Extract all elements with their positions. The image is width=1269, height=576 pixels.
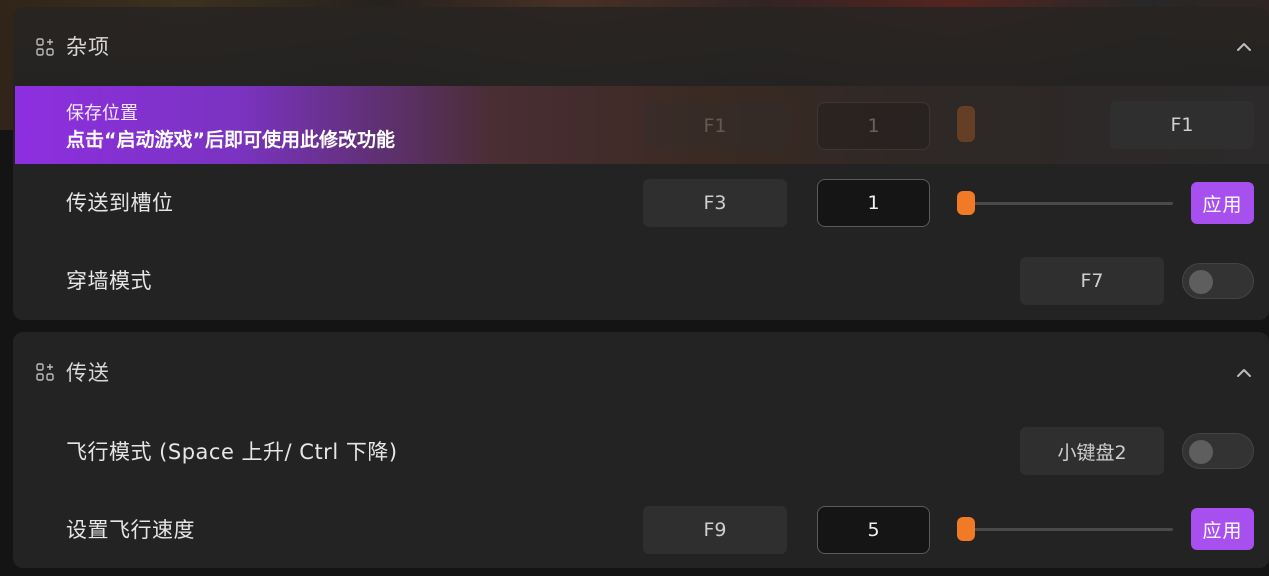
wall-mode-toggle[interactable] xyxy=(1182,263,1254,299)
fly-speed-hotkey-button[interactable]: F9 xyxy=(643,506,787,554)
fly-speed-slider[interactable] xyxy=(957,517,1173,541)
slider-track xyxy=(957,202,1173,205)
teleport-slot-value-input[interactable]: 1 xyxy=(817,179,930,227)
fly-mode-toggle[interactable] xyxy=(1182,433,1254,469)
teleport-slot-slider[interactable] xyxy=(957,191,1173,215)
wall-mode-hotkey-button[interactable]: F7 xyxy=(1020,257,1164,305)
toggle-knob xyxy=(1189,270,1213,294)
chevron-up-icon[interactable] xyxy=(1234,363,1254,383)
fly-speed-value-input[interactable]: 5 xyxy=(817,506,930,554)
wall-mode-label: 穿墙模式 xyxy=(66,269,152,293)
save-position-action-button[interactable]: F1 xyxy=(1110,101,1254,149)
teleport-section-header[interactable]: 传送 xyxy=(13,332,1269,410)
wall-mode-row: 穿墙模式 F7 xyxy=(13,241,1269,319)
apps-add-icon xyxy=(36,38,54,56)
save-position-value-input[interactable]: 1 xyxy=(817,102,930,150)
fly-speed-row: 设置飞行速度 F9 5 应用 xyxy=(13,488,1269,566)
slider-thumb[interactable] xyxy=(957,191,975,215)
save-position-slider-thumb[interactable] xyxy=(957,106,975,142)
teleport-section: 传送 飞行模式 (Space 上升/ Ctrl 下降) 小键盘2 设置飞行速度 … xyxy=(13,332,1269,568)
misc-section-header[interactable]: 杂项 xyxy=(13,7,1269,85)
fly-speed-apply-button[interactable]: 应用 xyxy=(1191,508,1254,550)
teleport-section-title: 传送 xyxy=(66,361,110,385)
chevron-up-icon[interactable] xyxy=(1234,37,1254,57)
teleport-slot-label: 传送到槽位 xyxy=(66,191,174,215)
teleport-slot-row: 传送到槽位 F3 1 应用 xyxy=(13,163,1269,241)
save-position-label: 保存位置 xyxy=(66,103,138,124)
save-position-row: 保存位置 点击“启动游戏”后即可使用此修改功能 F1 1 F1 xyxy=(15,86,1269,164)
fly-speed-label: 设置飞行速度 xyxy=(66,518,195,542)
slider-thumb[interactable] xyxy=(957,517,975,541)
save-position-hotkey-button[interactable]: F1 xyxy=(643,102,787,150)
teleport-slot-apply-button[interactable]: 应用 xyxy=(1191,182,1254,224)
fly-mode-hotkey-button[interactable]: 小键盘2 xyxy=(1020,427,1164,475)
launch-game-notice: 点击“启动游戏”后即可使用此修改功能 xyxy=(66,129,395,151)
toggle-knob xyxy=(1189,440,1213,464)
fly-mode-label: 飞行模式 (Space 上升/ Ctrl 下降) xyxy=(66,440,398,464)
apps-add-icon xyxy=(36,363,54,381)
slider-track xyxy=(957,528,1173,531)
fly-mode-row: 飞行模式 (Space 上升/ Ctrl 下降) 小键盘2 xyxy=(13,411,1269,489)
teleport-slot-hotkey-button[interactable]: F3 xyxy=(643,179,787,227)
misc-section-title: 杂项 xyxy=(66,35,110,59)
